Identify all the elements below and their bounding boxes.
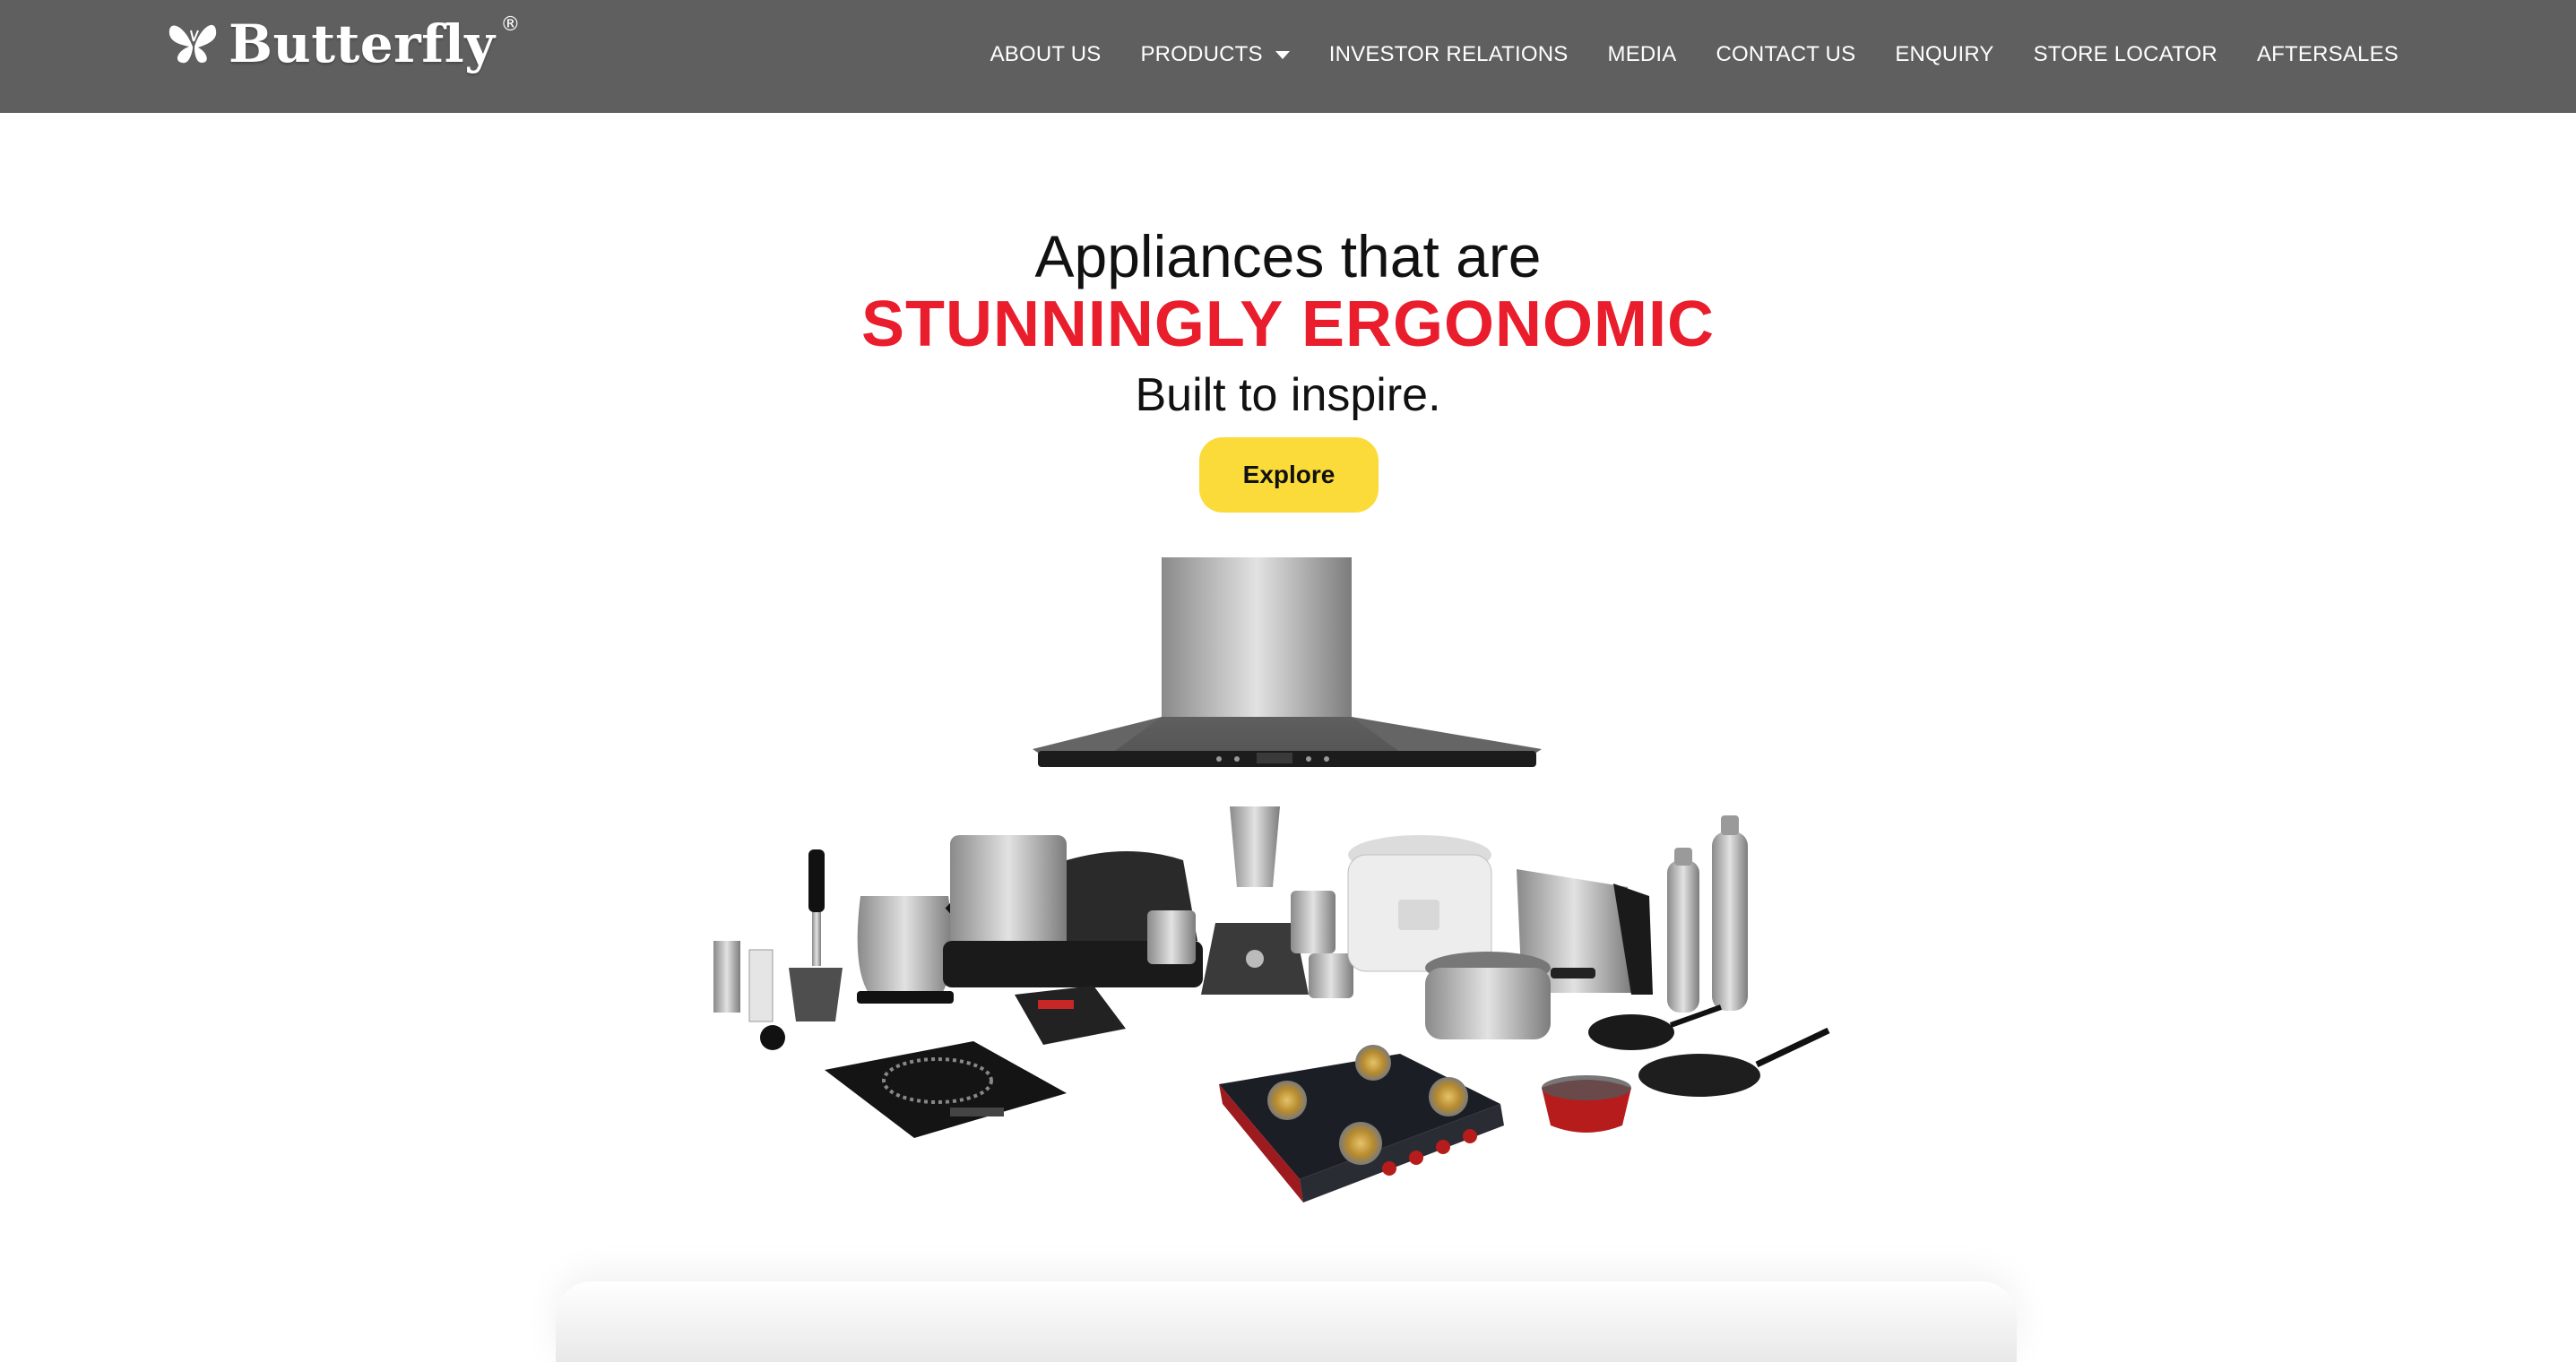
- rice-cooker: [1347, 835, 1492, 972]
- hero-heading: Appliances that are: [1034, 223, 1542, 289]
- chimney-hood: [1033, 557, 1542, 767]
- nav-about-us[interactable]: ABOUT US: [990, 42, 1102, 67]
- nav-products[interactable]: PRODUCTS: [1140, 42, 1290, 67]
- nav-investor-relations[interactable]: INVESTOR RELATIONS: [1329, 42, 1569, 67]
- nav-label: MEDIA: [1607, 42, 1677, 66]
- nav-contact-us[interactable]: CONTACT US: [1716, 42, 1856, 67]
- nav-store-locator[interactable]: STORE LOCATOR: [2034, 42, 2217, 67]
- chevron-down-icon: [1275, 50, 1290, 59]
- product-collage-image: [713, 557, 1830, 1203]
- nav-label: STORE LOCATOR: [2033, 42, 2217, 66]
- nav-label: INVESTOR RELATIONS: [1328, 42, 1569, 66]
- sandwich-maker: [1015, 986, 1126, 1045]
- brand-logo[interactable]: Butterfly ®: [164, 5, 523, 82]
- cookware-set: [1542, 1004, 1830, 1133]
- site-header: Butterfly ® ABOUT US PRODUCTS INVESTOR R…: [0, 0, 2576, 113]
- hero-subheading: Built to inspire.: [1135, 369, 1441, 421]
- explore-button[interactable]: Explore: [1199, 437, 1379, 513]
- nav-label: ENQUIRY: [1895, 42, 1994, 66]
- steel-bottles: [1667, 815, 1748, 1013]
- section-divider: [556, 1281, 2017, 1362]
- registered-mark: ®: [500, 13, 521, 36]
- brand-name: Butterfly: [229, 13, 496, 74]
- nav-label: AFTERSALES: [2256, 42, 2399, 66]
- butterfly-logo-icon: [169, 24, 217, 64]
- hero-highlight: STUNNINGLY ERGONOMIC: [860, 289, 1716, 360]
- nav-media[interactable]: MEDIA: [1608, 42, 1677, 67]
- hand-blender: [713, 849, 843, 1050]
- gas-stove: [1219, 1045, 1504, 1203]
- nav-enquiry[interactable]: ENQUIRY: [1895, 42, 1993, 67]
- main-nav: ABOUT US PRODUCTS INVESTOR RELATIONS MED…: [990, 0, 2399, 109]
- induction-cooktop: [825, 1041, 1067, 1138]
- nav-label: ABOUT US: [990, 42, 1102, 66]
- nav-label: CONTACT US: [1716, 42, 1856, 66]
- nav-label: PRODUCTS: [1140, 42, 1263, 66]
- nav-aftersales[interactable]: AFTERSALES: [2257, 42, 2399, 67]
